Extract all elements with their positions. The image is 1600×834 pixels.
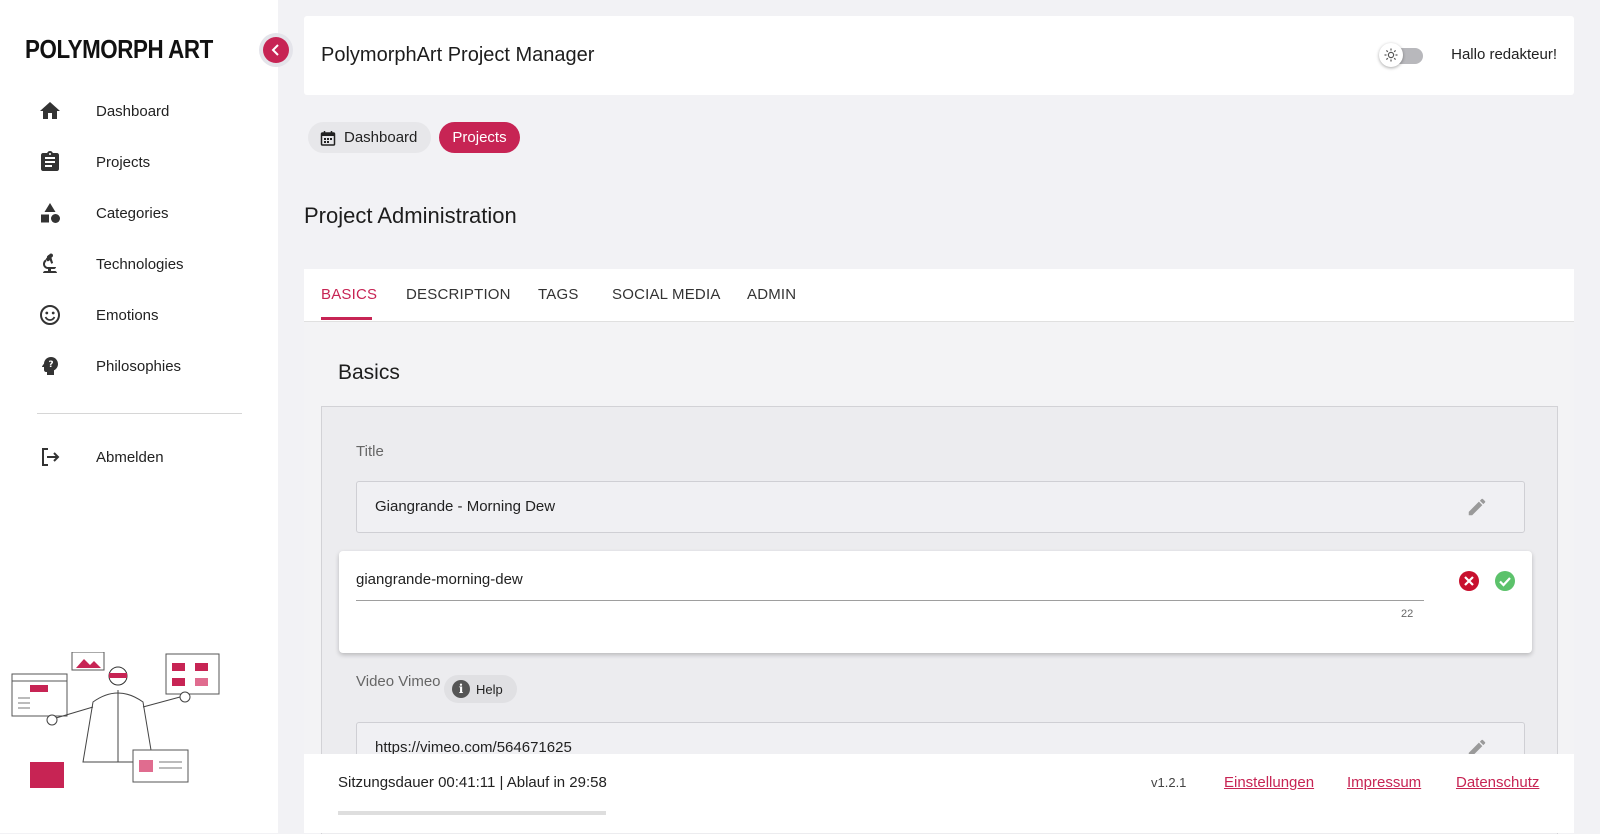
- calendar-icon: [320, 130, 336, 146]
- title-field[interactable]: Giangrande - Morning Dew: [356, 481, 1525, 533]
- collapse-sidebar-button[interactable]: [263, 37, 289, 63]
- home-icon: [37, 98, 63, 124]
- theme-toggle[interactable]: [1379, 43, 1423, 67]
- top-bar: PolymorphArt Project Manager Hallo redak…: [304, 16, 1574, 95]
- slug-input-underline: [356, 600, 1424, 601]
- privacy-link[interactable]: Datenschutz: [1456, 774, 1539, 791]
- video-field-label: Video Vimeo: [356, 673, 441, 690]
- session-timer: Sitzungsdauer 00:41:11 | Ablauf in 29:58: [338, 774, 607, 791]
- tab-tags[interactable]: TAGS: [538, 286, 579, 303]
- tab-admin[interactable]: ADMIN: [747, 286, 796, 303]
- slug-input[interactable]: giangrande-morning-dew: [356, 571, 523, 588]
- imprint-link[interactable]: Impressum: [1347, 774, 1421, 791]
- sidebar-divider: [37, 413, 242, 414]
- tab-basics[interactable]: BASICS: [321, 286, 377, 303]
- sidebar-item-label: Projects: [96, 153, 151, 171]
- sidebar-item-projects[interactable]: Projects: [0, 139, 278, 185]
- breadcrumb-dashboard[interactable]: Dashboard: [308, 122, 431, 153]
- char-counter: 22: [1401, 608, 1414, 620]
- brand-logo: POLYMORPH ART: [25, 34, 213, 64]
- slug-edit-card: giangrande-morning-dew 22: [339, 551, 1532, 653]
- sidebar: POLYMORPH ART Dashboard Projects Categor…: [0, 0, 278, 833]
- chevron-left-icon: [271, 44, 279, 56]
- sidebar-item-label: Philosophies: [96, 357, 182, 375]
- clipboard-icon: [37, 149, 63, 175]
- sun-icon: [1379, 43, 1403, 67]
- breadcrumb-dashboard-label: Dashboard: [344, 129, 418, 146]
- help-label: Help: [476, 681, 503, 697]
- breadcrumb-projects[interactable]: Projects: [439, 122, 520, 153]
- user-greeting: Hallo redakteur!: [1451, 46, 1557, 63]
- microscope-icon: [37, 251, 63, 277]
- title-field-value: Giangrande - Morning Dew: [375, 498, 556, 515]
- sidebar-item-label: Abmelden: [96, 448, 164, 466]
- sidebar-item-categories[interactable]: Categories: [0, 190, 278, 236]
- sidebar-item-label: Dashboard: [96, 102, 170, 120]
- smiley-icon: [37, 302, 63, 328]
- app-version: v1.2.1: [1151, 775, 1187, 790]
- title-field-label: Title: [356, 443, 384, 460]
- app-title: PolymorphArt Project Manager: [321, 44, 595, 66]
- sidebar-item-label: Emotions: [96, 306, 159, 324]
- help-button[interactable]: i Help: [444, 675, 517, 703]
- footer: Sitzungsdauer 00:41:11 | Ablauf in 29:58…: [304, 754, 1574, 833]
- settings-link[interactable]: Einstellungen: [1224, 774, 1314, 791]
- sidebar-item-logout[interactable]: Abmelden: [0, 434, 278, 480]
- tab-bar: BASICS DESCRIPTION TAGS SOCIAL MEDIA ADM…: [304, 269, 1574, 322]
- sidebar-item-label: Categories: [96, 204, 169, 222]
- active-tab-indicator: [321, 317, 372, 320]
- sidebar-item-label: Technologies: [96, 255, 184, 273]
- sidebar-item-emotions[interactable]: Emotions: [0, 292, 278, 338]
- session-progress-bar: [338, 811, 606, 815]
- confirm-icon[interactable]: [1494, 570, 1516, 592]
- breadcrumb-projects-label: Projects: [452, 129, 507, 146]
- shapes-icon: [37, 200, 63, 226]
- sidebar-item-philosophies[interactable]: ? Philosophies: [0, 343, 278, 389]
- svg-text:?: ?: [48, 360, 53, 370]
- tab-social-media[interactable]: SOCIAL MEDIA: [612, 286, 721, 303]
- sidebar-item-dashboard[interactable]: Dashboard: [0, 88, 278, 134]
- cancel-icon[interactable]: [1458, 570, 1480, 592]
- page-title: Project Administration: [304, 203, 517, 228]
- section-title: Basics: [338, 361, 400, 384]
- sidebar-item-technologies[interactable]: Technologies: [0, 241, 278, 287]
- edit-pencil-icon[interactable]: [1466, 496, 1488, 518]
- logout-icon: [37, 444, 63, 470]
- psychology-icon: ?: [37, 353, 63, 379]
- tab-description[interactable]: DESCRIPTION: [406, 286, 511, 303]
- info-icon: i: [452, 680, 470, 698]
- illustration: [11, 652, 220, 788]
